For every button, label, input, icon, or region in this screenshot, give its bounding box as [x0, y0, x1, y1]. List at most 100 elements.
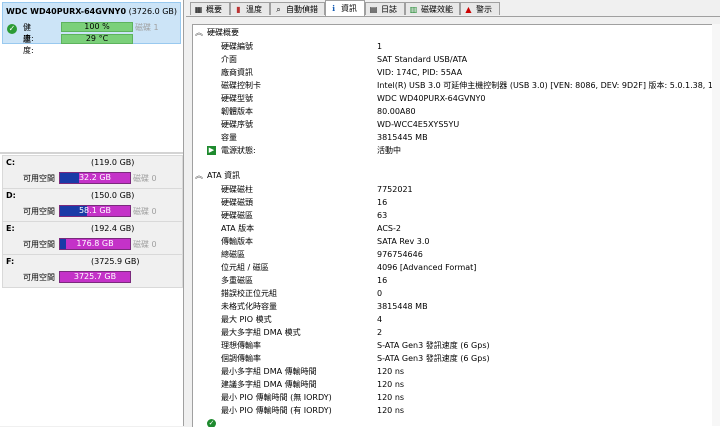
- info-key: 最大多字組 DMA 模式: [221, 328, 301, 337]
- info-key: 最小 PIO 傳輸時間 (有 IORDY): [221, 406, 332, 415]
- info-value: 80.00A80: [377, 107, 416, 116]
- info-key: 硬碟磁柱: [221, 185, 253, 194]
- info-key: 個調傳輸率: [221, 354, 261, 363]
- info-row: 硬碟磁柱 7752021: [221, 183, 711, 196]
- info-key: 廠商資訊: [221, 68, 253, 77]
- tab-temperature[interactable]: ▮ 溫度: [230, 2, 270, 15]
- info-row: 最小 PIO 傳輸時間 (有 IORDY) 120 ns: [221, 404, 711, 417]
- info-key: 韌體版本: [221, 107, 253, 116]
- tab-information[interactable]: ℹ 資訊: [325, 0, 365, 16]
- info-key: 磁碟控制卡: [221, 81, 261, 90]
- temperature-bar: 29 °C: [61, 34, 133, 44]
- info-key: 硬碟序號: [221, 120, 253, 129]
- info-key: 電源狀態:: [221, 146, 256, 155]
- info-value: WD-WCC4E5XYS5YU: [377, 120, 460, 129]
- section-header-ata-info[interactable]: ︽ ATA 資訊: [195, 170, 240, 182]
- info-key: 硬碟磁頭: [221, 198, 253, 207]
- info-scrollbar[interactable]: [712, 24, 720, 426]
- temperature-label: 溫度:: [23, 35, 34, 55]
- info-value: 3815445 MB: [377, 133, 428, 142]
- info-key: 多重磁區: [221, 276, 253, 285]
- info-key: 建議多字組 DMA 傳輸時間: [221, 380, 317, 389]
- information-panel: ︽ 硬碟概要 硬碟編號 1 介面 SAT Standard USB/ATA 廠商資訊 V…: [192, 24, 720, 427]
- volume-letter: C:: [6, 158, 16, 167]
- info-value: ACS-2: [377, 224, 401, 233]
- volume-f[interactable]: F: (3725.9 GB) 可用空間 3725.7 GB: [2, 254, 183, 288]
- info-value: Intel(R) USB 3.0 可延伸主機控制器 (USB 3.0) [VEN…: [377, 81, 720, 90]
- info-key: 介面: [221, 55, 237, 64]
- info-key: 理想傳輸率: [221, 341, 261, 350]
- info-row: 廠商資訊 VID: 174C, PID: 55AA: [221, 66, 711, 79]
- info-value: 976754646: [377, 250, 423, 259]
- tab-label: 溫度: [246, 5, 262, 14]
- collapse-chevron-icon: ︽: [195, 171, 203, 180]
- volume-disk-label: 磁碟 0: [133, 174, 157, 183]
- info-row: ATA 版本 ACS-2: [221, 222, 711, 235]
- info-key: 未格式化時容量: [221, 302, 277, 311]
- info-row: 最小 PIO 傳輸時間 (無 IORDY) 120 ns: [221, 391, 711, 404]
- info-value: 16: [377, 276, 388, 285]
- alert-icon: ▲: [465, 5, 472, 14]
- info-value: 1: [377, 42, 383, 51]
- tab-log[interactable]: ▤ 日誌: [365, 2, 405, 15]
- volume-disk-label: 磁碟 0: [133, 207, 157, 216]
- info-value: SATA Rev 3.0: [377, 237, 430, 246]
- tab-self-test[interactable]: ⌕ 自動偵錯: [270, 2, 325, 15]
- info-key: 硬碟磁區: [221, 211, 253, 220]
- volume-usage-bar: 176.8 GB: [59, 238, 131, 250]
- volume-e[interactable]: E: (192.4 GB) 可用空間 176.8 GB 磁碟 0: [2, 221, 183, 255]
- info-key: 最小多字組 DMA 傳輸時間: [221, 367, 317, 376]
- section-title: ATA 資訊: [207, 171, 241, 180]
- info-key: 硬碟編號: [221, 42, 253, 51]
- info-row: 硬碟序號 WD-WCC4E5XYS5YU: [221, 118, 711, 131]
- tab-overview[interactable]: ▦ 概要: [190, 2, 230, 15]
- info-key: 硬碟型號: [221, 94, 253, 103]
- free-space-label: 可用空間: [23, 273, 55, 282]
- disk-title: WDC WD40PURX-64GVNY0 (3726.0 GB): [6, 7, 177, 16]
- info-value: 120 ns: [377, 380, 405, 389]
- info-value: 活動中: [377, 146, 401, 155]
- info-value: S-ATA Gen3 發訊速度 (6 Gps): [377, 354, 490, 363]
- info-value: 120 ns: [377, 393, 405, 402]
- info-row: 建議多字組 DMA 傳輸時間 120 ns: [221, 378, 711, 391]
- tab-label: 資訊: [341, 4, 357, 13]
- volume-free-value: 58.1 GB: [78, 206, 112, 215]
- info-key: 傳輸版本: [221, 237, 253, 246]
- info-value: 63: [377, 211, 388, 220]
- info-row: 介面 SAT Standard USB/ATA: [221, 53, 711, 66]
- info-row: 硬碟編號 1: [221, 40, 711, 53]
- volume-c[interactable]: C: (119.0 GB) 可用空間 32.2 GB 磁碟 0: [2, 155, 183, 189]
- info-row: 總磁區 976754646: [221, 248, 711, 261]
- info-icon: ℹ: [331, 4, 336, 13]
- tab-disk-performance[interactable]: ▥ 磁碟效能: [405, 2, 460, 15]
- check-ok-icon: ✓: [7, 24, 17, 34]
- tab-label: 概要: [206, 5, 222, 14]
- info-value: 3815448 MB: [377, 302, 428, 311]
- info-value: 120 ns: [377, 367, 405, 376]
- disk-entry-selected[interactable]: WDC WD40PURX-64GVNY0 (3726.0 GB) ✓ 健康: 1…: [2, 2, 181, 55]
- info-value: 7752021: [377, 185, 413, 194]
- info-row: 硬碟型號 WDC WD40PURX-64GVNY0: [221, 92, 711, 105]
- volume-size: (192.4 GB): [91, 224, 135, 233]
- tab-label: 磁碟效能: [421, 5, 453, 14]
- volume-d[interactable]: D: (150.0 GB) 可用空間 58.1 GB 磁碟 0: [2, 188, 183, 222]
- thermometer-icon: ▮: [236, 5, 241, 14]
- info-row: 最小多字組 DMA 傳輸時間 120 ns: [221, 365, 711, 378]
- info-value: VID: 174C, PID: 55AA: [377, 68, 463, 77]
- volume-letter: F:: [6, 257, 15, 266]
- tab-label: 日誌: [381, 5, 397, 14]
- info-value: 120 ns: [377, 406, 405, 415]
- info-row: 位元組 / 磁區 4096 [Advanced Format]: [221, 261, 711, 274]
- info-row: 未格式化時容量 3815448 MB: [221, 300, 711, 313]
- info-row: 理想傳輸率 S-ATA Gen3 發訊速度 (6 Gps): [221, 339, 711, 352]
- disk-capacity: (3726.0 GB): [128, 7, 178, 16]
- info-key: 最大 PIO 模式: [221, 315, 272, 324]
- health-bar: 100 %: [61, 22, 133, 32]
- info-value: 0: [377, 289, 383, 298]
- volume-size: (3725.9 GB): [91, 257, 140, 266]
- chart-icon: ▥: [409, 5, 418, 14]
- info-row: 最大多字組 DMA 模式 2: [221, 326, 711, 339]
- tab-label: 自動偵錯: [286, 5, 318, 14]
- tab-alerts[interactable]: ▲ 警示: [460, 2, 500, 15]
- section-header-disk-summary[interactable]: ︽ 硬碟概要: [195, 27, 239, 39]
